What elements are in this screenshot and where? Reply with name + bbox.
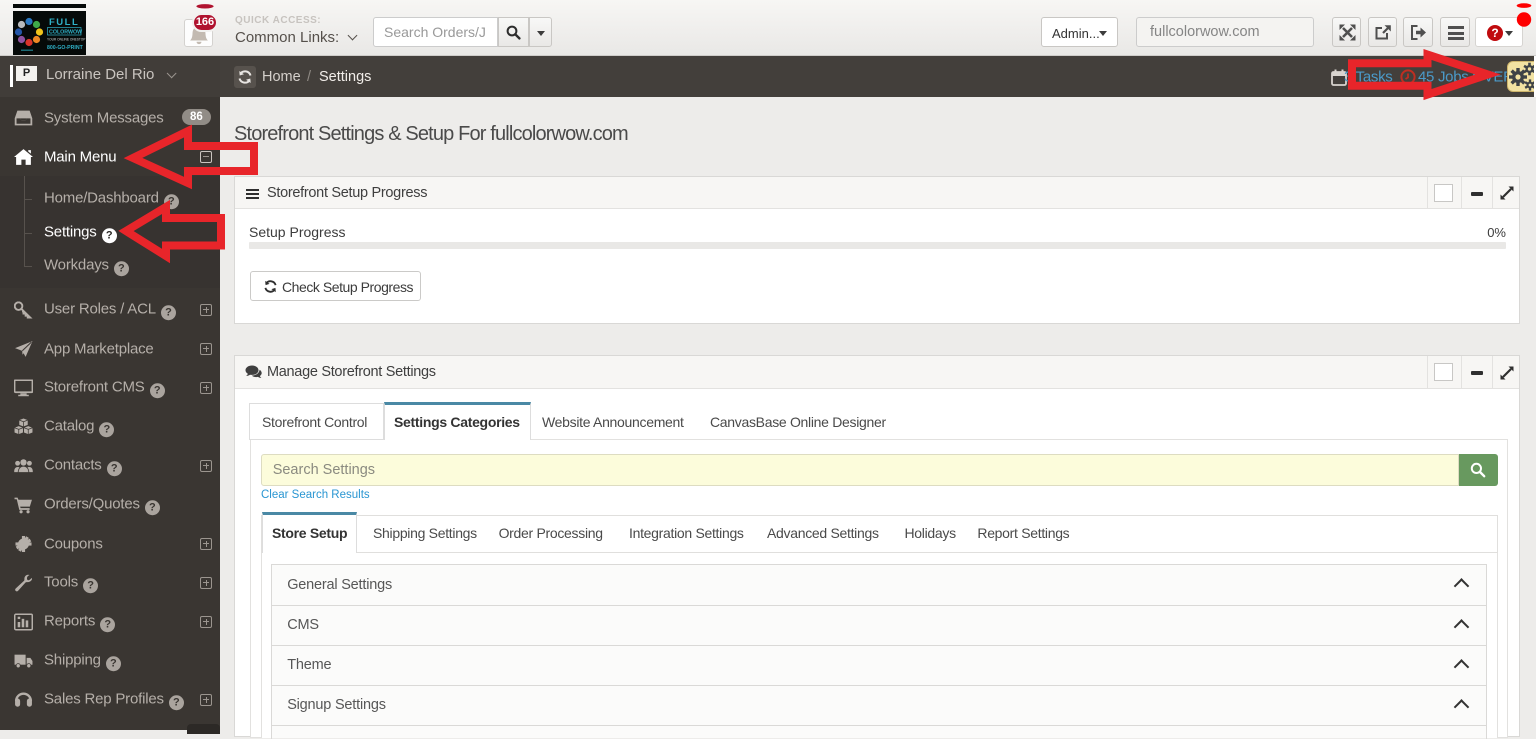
svg-text:YOUR ONLINE ONESTOP PRINTSHOP: YOUR ONLINE ONESTOP PRINTSHOP: [47, 38, 86, 42]
svg-text:FULL: FULL: [49, 17, 79, 28]
svg-text:COLORWOW: COLORWOW: [49, 30, 82, 36]
svg-text:800-GO-PRINT: 800-GO-PRINT: [47, 45, 84, 51]
